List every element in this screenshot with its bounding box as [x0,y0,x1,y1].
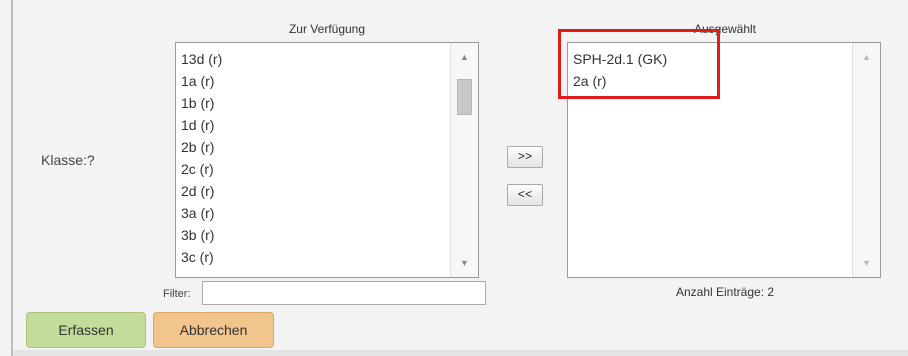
filter-input[interactable] [202,281,486,305]
available-list-title: Zur Verfügung [288,22,366,36]
available-item[interactable]: 2d (r) [181,180,222,202]
scrollbar-thumb[interactable] [457,79,472,115]
available-listbox[interactable]: 13d (r) 1a (r) 1b (r) 1d (r) 2b (r) 2c (… [175,42,479,278]
available-item[interactable]: 2b (r) [181,136,222,158]
selected-count: Anzahl Einträge: 2 [675,285,775,299]
available-item[interactable]: 3c (r) [181,246,222,268]
cancel-button[interactable]: Abbrechen [153,312,274,348]
scroll-up-arrow-icon[interactable]: ▲ [853,47,880,67]
available-items: 13d (r) 1a (r) 1b (r) 1d (r) 2b (r) 2c (… [181,48,222,268]
available-item[interactable]: 2c (r) [181,158,222,180]
available-item[interactable]: 13d (r) [181,48,222,70]
scroll-down-arrow-icon[interactable]: ▼ [853,253,880,273]
available-item[interactable]: 3a (r) [181,202,222,224]
available-item[interactable]: 3b (r) [181,224,222,246]
available-item[interactable]: 1d (r) [181,114,222,136]
save-button[interactable]: Erfassen [26,312,146,348]
field-label-klasse: Klasse:? [41,152,95,168]
filter-label: Filter: [163,288,191,300]
available-scrollbar[interactable]: ▲ ▼ [450,43,478,277]
add-to-selected-button[interactable]: >> [507,146,543,168]
scroll-down-arrow-icon[interactable]: ▼ [451,253,478,273]
highlight-annotation [558,29,720,99]
remove-from-selected-button[interactable]: << [507,184,543,206]
left-border [11,0,13,356]
bottom-strip [13,350,908,356]
available-item[interactable]: 1b (r) [181,92,222,114]
selected-scrollbar[interactable]: ▲ ▼ [852,43,880,277]
scroll-up-arrow-icon[interactable]: ▲ [451,47,478,67]
available-item[interactable]: 1a (r) [181,70,222,92]
